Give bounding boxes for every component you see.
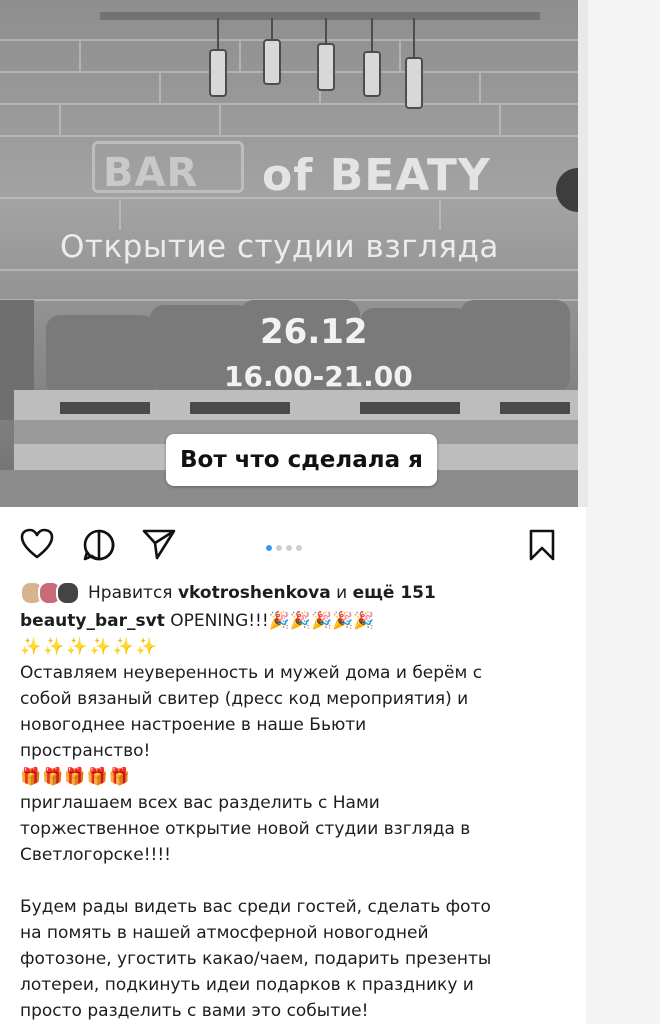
sparkles-emoji: ✨✨✨✨✨✨ [20, 637, 160, 657]
event-date: 26.12 [260, 312, 368, 352]
post-image[interactable]: BAR of BEATY Открытие студии взгляда 26.… [0, 0, 586, 507]
avatar [56, 581, 80, 605]
caption-opening: OPENING!!! [170, 611, 269, 631]
bookmark-icon[interactable] [528, 528, 556, 566]
comment-icon[interactable] [82, 528, 116, 566]
heart-icon[interactable] [20, 528, 54, 564]
caption-line: лотереи, подкинуть идеи подарков к празд… [20, 975, 474, 995]
likes-count[interactable]: ещё 151 [353, 580, 436, 606]
caption-line: просто разделить с вами это событие! [20, 1001, 369, 1021]
caption-line: пространство! [20, 741, 151, 761]
title-text: of BEATY [262, 150, 491, 201]
likes-middle: и [336, 583, 348, 603]
caption-line: приглашаем всех вас разделить с Нами [20, 793, 380, 813]
image-edge [578, 0, 588, 507]
background-strip [586, 0, 660, 1024]
caption-paragraph-2: приглашаем всех вас разделить с Нами тор… [20, 790, 580, 868]
subtitle-text: Открытие студии взгляда [60, 229, 499, 265]
event-time: 16.00-21.00 [224, 360, 413, 393]
carousel-dot [276, 545, 282, 551]
caption-line: торжественное открытие новой студии взгл… [20, 819, 471, 839]
liker-avatars [20, 581, 80, 605]
text-sticker: Вот что сделала я [166, 434, 437, 486]
caption-line: на помять в нашей атмосферной новогодней [20, 923, 429, 943]
likes-prefix: Нравится [88, 583, 173, 603]
caption-line: Светлогорске!!!! [20, 845, 171, 865]
likes-row[interactable]: Нравится vkotroshenkova и ещё 151 [20, 578, 580, 608]
caption-line: Будем рады видеть вас среди гостей, сдел… [20, 897, 491, 917]
likes-user[interactable]: vkotroshenkova [178, 580, 331, 606]
caption-line: новогоднее настроение в наше Бьюти [20, 715, 367, 735]
caption-username[interactable]: beauty_bar_svt [20, 611, 165, 631]
send-icon[interactable] [142, 528, 176, 564]
party-emoji: 🎉🎉🎉🎉🎉 [268, 611, 375, 631]
caption-line: собой вязаный свитер (дресс код мероприя… [20, 689, 469, 709]
caption-paragraph-1: Оставляем неуверенность и мужей дома и б… [20, 660, 580, 764]
carousel-dot [286, 545, 292, 551]
carousel-dot-active [266, 545, 272, 551]
logo-bar-text: BAR [103, 150, 199, 196]
caption-line: фотозоне, угостить какао/чаем, подарить … [20, 949, 492, 969]
caption-first-line: beauty_bar_svt OPENING!!!🎉🎉🎉🎉🎉 [20, 608, 580, 634]
caption-line: Оставляем неуверенность и мужей дома и б… [20, 663, 483, 683]
post-caption: Нравится vkotroshenkova и ещё 151 beauty… [20, 578, 580, 1024]
carousel-dots [266, 536, 306, 555]
gifts-emoji: 🎁🎁🎁🎁🎁 [20, 767, 131, 787]
caption-paragraph-3: Будем рады видеть вас среди гостей, сдел… [20, 894, 580, 1024]
carousel-dot [296, 545, 302, 551]
